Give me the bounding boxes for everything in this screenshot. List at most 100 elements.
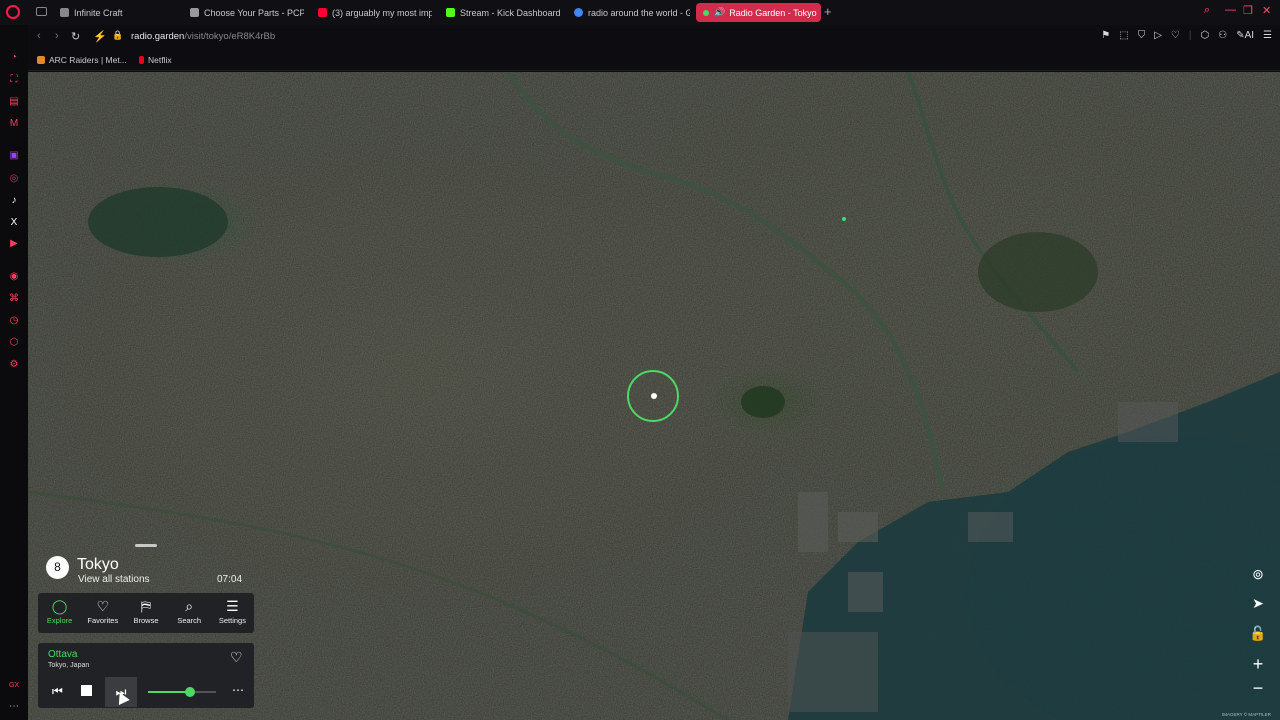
heart-icon: ♡ bbox=[96, 598, 110, 614]
play-icon[interactable]: ▷ bbox=[1154, 30, 1162, 41]
url-path: /visit/tokyo/eR8K4rBb bbox=[184, 31, 276, 42]
stop-button[interactable] bbox=[81, 685, 92, 696]
settings-icon[interactable]: ⚙ bbox=[8, 359, 20, 371]
url-field[interactable]: radio.garden/visit/tokyo/eR8K4rBb bbox=[131, 31, 275, 42]
tab-pcpartpicker[interactable]: Choose Your Parts - PCPa bbox=[186, 3, 304, 22]
messenger-icon[interactable]: ◔ bbox=[8, 52, 20, 64]
player-panel: Ottava Tokyo, Japan ♡ ⏮ ⏭ ⋯ bbox=[38, 643, 254, 708]
instagram-icon[interactable]: ◎ bbox=[8, 173, 20, 185]
bookmarks-bar: ARC Raiders | Met... Netflix bbox=[0, 50, 1280, 71]
nav-label: Settings bbox=[218, 616, 246, 625]
bottom-nav: ◯ Explore ♡ Favorites ⛿ Browse ⌕ Search … bbox=[38, 593, 254, 633]
snapshot-icon[interactable]: ⬚ bbox=[1119, 30, 1128, 41]
bookmark-label: Netflix bbox=[148, 55, 172, 65]
tab-label: Stream - Kick Dashboard bbox=[460, 7, 561, 18]
more-icon[interactable]: ⋯ bbox=[8, 701, 20, 713]
bookmark-arc-raiders[interactable]: ARC Raiders | Met... bbox=[37, 55, 127, 65]
address-bar-actions: ⚑ ⬚ ⛉ ▷ ♡ | ⬡ ⚇ ✎AI ☰ bbox=[1101, 30, 1272, 41]
favorite-button[interactable]: ♡ bbox=[230, 649, 243, 666]
netflix-icon bbox=[139, 56, 144, 64]
location-marker-dot[interactable] bbox=[651, 393, 657, 399]
more-options-button[interactable]: ⋯ bbox=[232, 683, 244, 697]
gaming-icon[interactable]: ⛶ bbox=[8, 74, 20, 86]
station-count-badge: 8 bbox=[46, 556, 69, 579]
map-attribution: IMAGERY © MAPTILER bbox=[1222, 712, 1271, 717]
youtube-icon[interactable]: ▶ bbox=[8, 238, 20, 250]
mail-icon[interactable]: M bbox=[8, 118, 20, 130]
heart-icon[interactable]: ♡ bbox=[1171, 30, 1180, 41]
close-icon[interactable]: ✕ bbox=[1262, 4, 1271, 17]
player-icon[interactable]: ◉ bbox=[8, 271, 20, 283]
nav-explore[interactable]: ◯ Explore bbox=[38, 593, 81, 633]
view-all-stations-link[interactable]: View all stations bbox=[78, 574, 150, 585]
tab-label: Radio Garden - Tokyo bbox=[729, 7, 817, 18]
news-icon[interactable]: ▤ bbox=[8, 96, 20, 108]
kick-icon bbox=[446, 8, 455, 17]
panel-drag-handle[interactable] bbox=[135, 544, 157, 547]
previous-button[interactable]: ⏮ bbox=[52, 684, 63, 699]
pinboard-icon[interactable]: ⌘ bbox=[8, 293, 20, 305]
place-title[interactable]: Tokyo bbox=[77, 556, 119, 574]
map-icon: ⛿ bbox=[140, 598, 152, 614]
minimize-icon[interactable]: — bbox=[1225, 4, 1236, 16]
tab-kick-dashboard[interactable]: Stream - Kick Dashboard bbox=[442, 3, 562, 22]
address-bar-row: ‹ › ↻ ⚡ 🔒 radio.garden/visit/tokyo/eR8K4… bbox=[0, 25, 1280, 50]
pcpartpicker-icon bbox=[190, 8, 199, 17]
menu-icon[interactable]: ☰ bbox=[1263, 30, 1272, 41]
tab-radio-garden[interactable]: 🔊 Radio Garden - Tokyo bbox=[696, 3, 821, 22]
lock-icon[interactable]: 🔒 bbox=[112, 30, 123, 41]
speaker-icon: 🔊 bbox=[714, 7, 726, 17]
volume-slider[interactable] bbox=[148, 687, 216, 697]
url-host: radio.garden bbox=[131, 31, 185, 42]
tab-label: radio around the world - G bbox=[588, 7, 690, 18]
search-icon: ⌕ bbox=[185, 598, 194, 614]
nav-label: Explore bbox=[46, 616, 73, 625]
vpn-icon[interactable]: ⚡ bbox=[93, 30, 107, 43]
shield-icon[interactable]: ⛉ bbox=[1138, 30, 1146, 41]
arc-raiders-icon bbox=[37, 56, 45, 64]
tiktok-icon[interactable]: ♪ bbox=[8, 195, 20, 207]
infinity-icon bbox=[60, 8, 69, 17]
nav-label: Search bbox=[177, 616, 202, 625]
volume-fill bbox=[148, 691, 191, 693]
tab-label: Choose Your Parts - PCPa bbox=[204, 7, 304, 18]
tab-youtube[interactable]: (3) arguably my most imp bbox=[314, 3, 432, 22]
globe-icon[interactable]: ⊚ bbox=[1247, 563, 1269, 585]
profile-icon[interactable]: ⚇ bbox=[1218, 30, 1227, 41]
opera-logo-icon[interactable] bbox=[6, 5, 20, 19]
tab-google-search[interactable]: radio around the world - G bbox=[570, 3, 690, 22]
local-time: 07:04 bbox=[217, 574, 243, 585]
station-dot[interactable] bbox=[842, 217, 846, 221]
locate-icon[interactable]: ➤ bbox=[1247, 592, 1269, 614]
nav-label: Favorites bbox=[87, 616, 119, 625]
bookmark-icon[interactable]: ⚑ bbox=[1101, 30, 1110, 41]
maximize-icon[interactable]: ❐ bbox=[1243, 4, 1253, 17]
lock-icon[interactable]: 🔓 bbox=[1247, 622, 1269, 644]
ai-icon[interactable]: ✎AI bbox=[1236, 30, 1254, 41]
extensions-icon[interactable]: ⬡ bbox=[8, 337, 20, 349]
tab-bar: Infinite Craft Choose Your Parts - PCPa … bbox=[0, 0, 1280, 25]
new-tab-button[interactable]: + bbox=[824, 5, 832, 18]
bookmark-netflix[interactable]: Netflix bbox=[139, 55, 172, 65]
nav-browse[interactable]: ⛿ Browse bbox=[124, 593, 167, 633]
nav-settings[interactable]: ☰ Settings bbox=[211, 593, 254, 633]
zoom-out-button[interactable]: − bbox=[1247, 677, 1269, 699]
volume-knob[interactable] bbox=[185, 687, 196, 697]
sidebar: ◔ ⛶ ▤ M ▣ ◎ ♪ X ▶ ◉ ⌘ ◷ ⬡ ⚙ GX ⋯ bbox=[0, 25, 28, 720]
zoom-in-button[interactable]: + bbox=[1247, 653, 1269, 675]
forward-icon[interactable]: › bbox=[55, 30, 59, 42]
history-icon[interactable]: ◷ bbox=[8, 315, 20, 327]
x-icon[interactable]: X bbox=[8, 217, 20, 229]
station-name[interactable]: Ottava bbox=[48, 649, 77, 660]
tab-switcher-icon[interactable] bbox=[36, 7, 47, 16]
nav-favorites[interactable]: ♡ Favorites bbox=[81, 593, 124, 633]
search-tabs-icon[interactable]: ⌕ bbox=[1204, 4, 1210, 17]
gx-control-label[interactable]: GX bbox=[8, 680, 20, 692]
back-icon[interactable]: ‹ bbox=[37, 30, 41, 42]
twitch-icon[interactable]: ▣ bbox=[8, 150, 20, 162]
extensions-icon[interactable]: ⬡ bbox=[1201, 30, 1210, 41]
tab-infinite-craft[interactable]: Infinite Craft bbox=[56, 3, 176, 22]
hamburger-icon: ☰ bbox=[226, 598, 239, 614]
nav-search[interactable]: ⌕ Search bbox=[168, 593, 211, 633]
reload-icon[interactable]: ↻ bbox=[71, 30, 80, 43]
